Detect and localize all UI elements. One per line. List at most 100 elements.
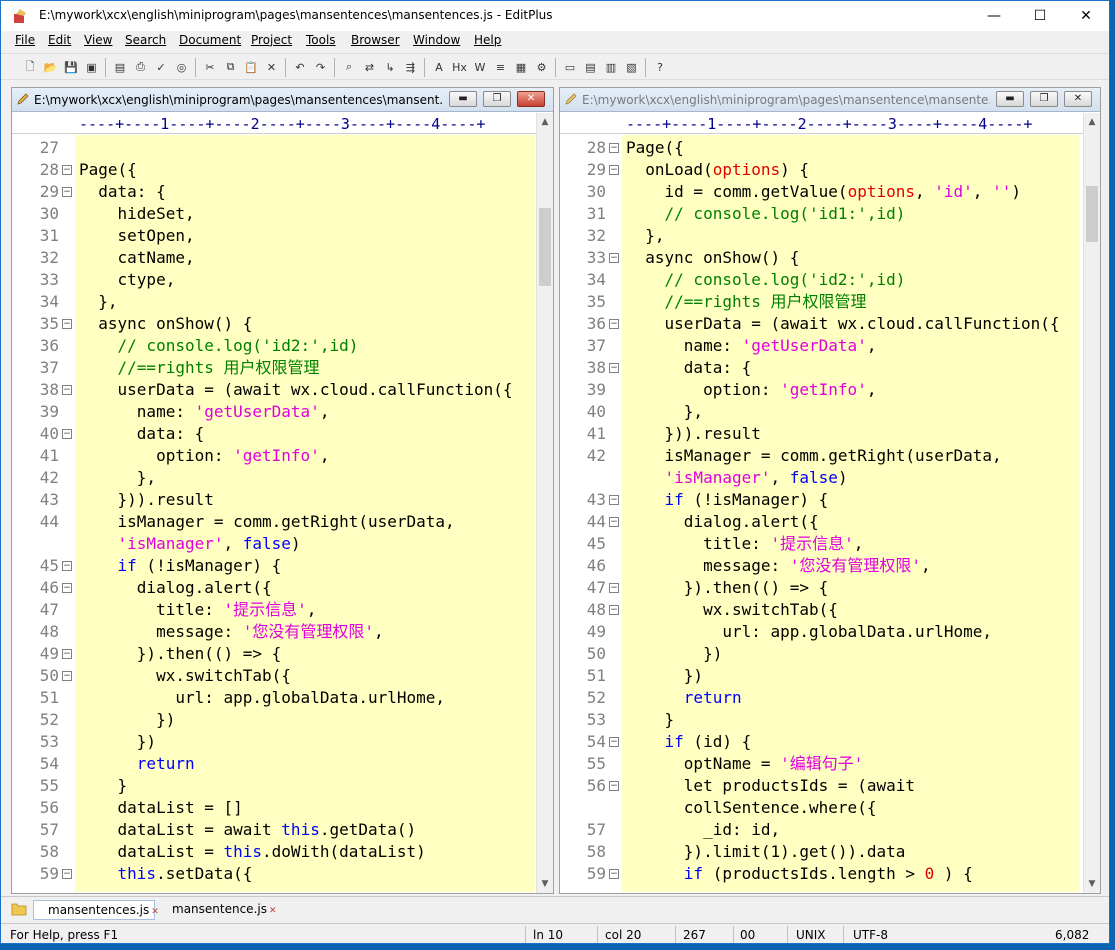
code-line: option: 'getInfo',: [626, 380, 877, 399]
fold-toggle-icon[interactable]: −: [609, 143, 619, 153]
menu-document[interactable]: Document: [179, 33, 241, 47]
line-number: 45: [586, 534, 606, 553]
fold-toggle-icon[interactable]: −: [609, 869, 619, 879]
menu-help[interactable]: Help: [474, 33, 501, 47]
editor-pane-right[interactable]: E:\mywork\xcx\english\miniprogram\pages\…: [559, 87, 1101, 894]
scrollbar-thumb[interactable]: [539, 208, 551, 286]
status-eol[interactable]: UNIX: [796, 928, 826, 942]
line-number: 35: [586, 292, 606, 311]
menu-tools[interactable]: Tools: [306, 33, 336, 47]
maximize-button[interactable]: ☐: [1017, 1, 1063, 31]
menu-window[interactable]: Window: [413, 33, 460, 47]
fold-toggle-icon[interactable]: −: [62, 649, 72, 659]
pane-minimize-button[interactable]: ▬: [449, 91, 477, 107]
directory-icon[interactable]: ▧: [623, 58, 641, 76]
copy-icon[interactable]: ⧉: [222, 58, 240, 76]
fold-toggle-icon[interactable]: −: [609, 605, 619, 615]
open-folder-icon[interactable]: 📂: [42, 58, 60, 76]
menu-browser[interactable]: Browser: [351, 33, 400, 47]
fold-toggle-icon[interactable]: −: [62, 561, 72, 571]
redo-icon[interactable]: ↷: [312, 58, 330, 76]
save-icon[interactable]: 💾: [62, 58, 80, 76]
fold-toggle-icon[interactable]: −: [609, 495, 619, 505]
output-window-icon[interactable]: ▤: [582, 58, 600, 76]
browser-preview-icon[interactable]: ◎: [173, 58, 191, 76]
fold-toggle-icon[interactable]: −: [62, 319, 72, 329]
tab-mansentences-js[interactable]: mansentences.js ✕: [33, 900, 159, 920]
goto-icon[interactable]: ↳: [381, 58, 399, 76]
close-button[interactable]: ✕: [1063, 1, 1109, 31]
fold-toggle-icon[interactable]: −: [609, 583, 619, 593]
code-line: }): [626, 644, 723, 663]
vertical-scrollbar[interactable]: ▲ ▼: [536, 113, 553, 893]
print-icon[interactable]: ⎙: [132, 58, 150, 76]
menu-view[interactable]: View: [84, 33, 112, 47]
fold-toggle-icon[interactable]: −: [62, 869, 72, 879]
delete-icon[interactable]: ✕: [263, 58, 281, 76]
undo-icon[interactable]: ↶: [291, 58, 309, 76]
fold-toggle-icon[interactable]: −: [62, 671, 72, 681]
menu-project[interactable]: Project: [251, 33, 292, 47]
fold-toggle-icon[interactable]: −: [609, 363, 619, 373]
code-line: url: app.globalData.urlHome,: [79, 688, 446, 707]
spell-check-icon[interactable]: ✓: [152, 58, 170, 76]
code-line: _id: id,: [626, 820, 781, 839]
fold-toggle-icon[interactable]: −: [62, 583, 72, 593]
pane-minimize-button[interactable]: ▬: [996, 91, 1024, 107]
pane-close-button[interactable]: ✕: [517, 91, 545, 107]
indent-icon[interactable]: ≡: [492, 58, 510, 76]
code-area[interactable]: Page({ onLoad(options) { id = comm.getVa…: [622, 135, 1080, 892]
font-icon[interactable]: A: [430, 58, 448, 76]
line-number: 29: [39, 182, 59, 201]
new-file-icon[interactable]: 🗋: [21, 58, 39, 76]
scrollbar-thumb[interactable]: [1086, 186, 1098, 242]
pane-restore-button[interactable]: ❐: [483, 91, 511, 107]
code-area[interactable]: Page({ data: { hideSet, setOpen, catName…: [75, 135, 535, 892]
scroll-down-arrow-icon[interactable]: ▼: [1084, 876, 1100, 892]
menu-edit[interactable]: Edit: [48, 33, 71, 47]
menu-search[interactable]: Search: [125, 33, 166, 47]
fold-toggle-icon[interactable]: −: [62, 187, 72, 197]
fold-toggle-icon[interactable]: −: [609, 781, 619, 791]
hex-icon[interactable]: Hx: [451, 58, 469, 76]
find-in-files-icon[interactable]: ⇶: [402, 58, 420, 76]
fold-toggle-icon[interactable]: −: [609, 517, 619, 527]
find-icon[interactable]: ⌕: [340, 58, 358, 76]
cut-icon[interactable]: ✂: [201, 58, 219, 76]
pane-close-button[interactable]: ✕: [1064, 91, 1092, 107]
menu-file[interactable]: File: [15, 33, 35, 47]
tab-mansentence-js[interactable]: mansentence.js ✕: [158, 900, 280, 920]
fold-toggle-icon[interactable]: −: [62, 165, 72, 175]
help-pointer-icon[interactable]: ?: [651, 58, 669, 76]
minimize-button[interactable]: —: [971, 1, 1017, 31]
save-all-icon[interactable]: ▣: [83, 58, 101, 76]
paste-icon[interactable]: 📋: [242, 58, 260, 76]
settings-gear-icon[interactable]: ⚙: [533, 58, 551, 76]
column-select-icon[interactable]: ▦: [512, 58, 530, 76]
fold-toggle-icon[interactable]: −: [62, 429, 72, 439]
vertical-scrollbar[interactable]: ▲ ▼: [1083, 113, 1100, 893]
print-preview-icon[interactable]: ▤: [111, 58, 129, 76]
editor-pane-left[interactable]: E:\mywork\xcx\english\miniprogram\pages\…: [11, 87, 554, 894]
fold-toggle-icon[interactable]: −: [609, 165, 619, 175]
pane-restore-button[interactable]: ❐: [1030, 91, 1058, 107]
cliptext-icon[interactable]: ▥: [602, 58, 620, 76]
scroll-up-arrow-icon[interactable]: ▲: [537, 114, 553, 130]
doc-selector-icon[interactable]: ▭: [561, 58, 579, 76]
fold-toggle-icon[interactable]: −: [609, 319, 619, 329]
folder-icon[interactable]: [11, 902, 27, 916]
replace-icon[interactable]: ⇄: [361, 58, 379, 76]
fold-toggle-icon[interactable]: −: [609, 737, 619, 747]
line-number: 36: [39, 336, 59, 355]
fold-toggle-icon[interactable]: −: [609, 253, 619, 263]
line-number: 28: [586, 138, 606, 157]
word-wrap-icon[interactable]: W: [471, 58, 489, 76]
scroll-up-arrow-icon[interactable]: ▲: [1084, 114, 1100, 130]
status-encoding[interactable]: UTF-8: [853, 928, 888, 942]
code-line: title: '提示信息',: [79, 600, 317, 619]
fold-toggle-icon[interactable]: −: [62, 385, 72, 395]
scroll-down-arrow-icon[interactable]: ▼: [537, 876, 553, 892]
line-number: 47: [586, 578, 606, 597]
line-number: 45: [39, 556, 59, 575]
tab-close-icon[interactable]: ✕: [269, 906, 277, 916]
